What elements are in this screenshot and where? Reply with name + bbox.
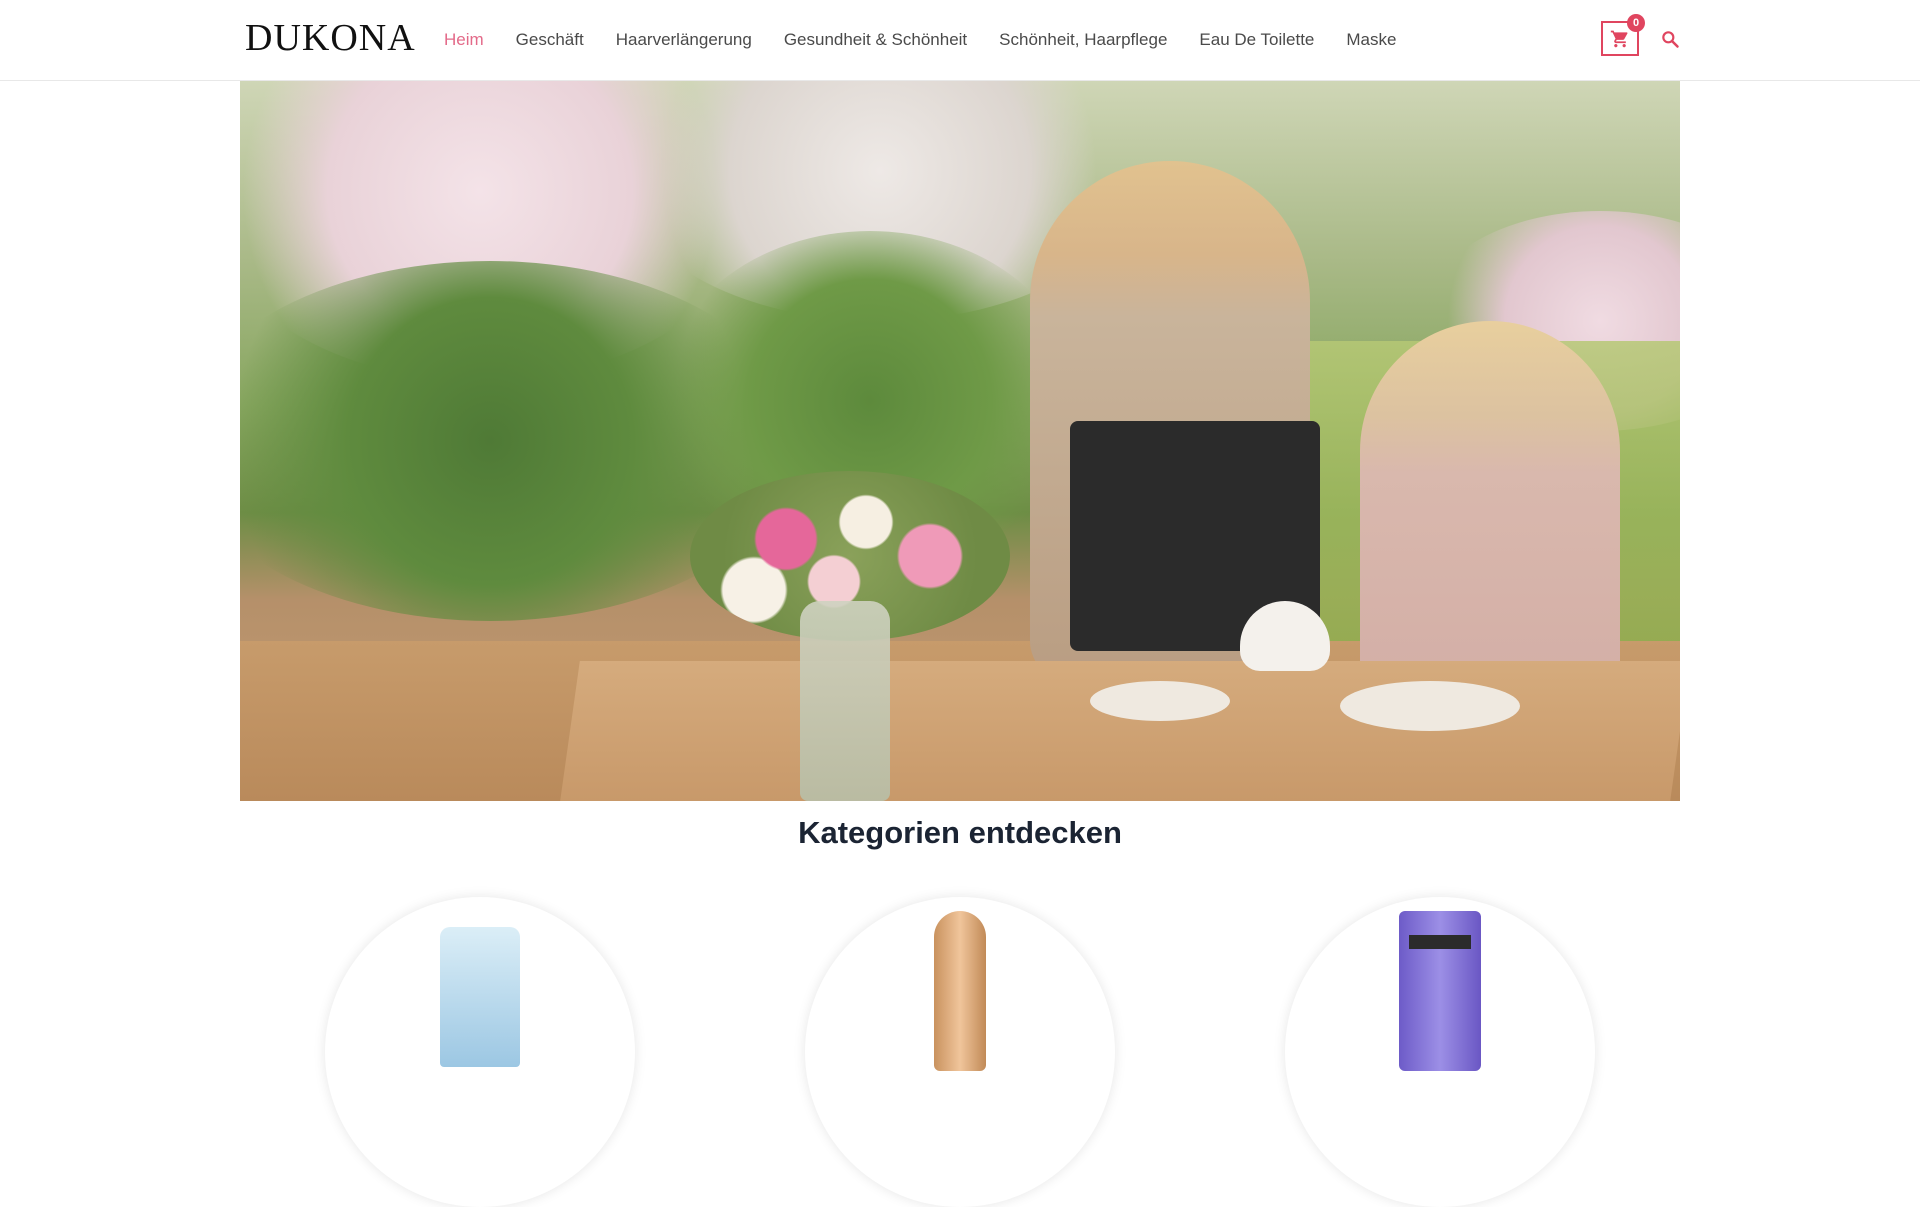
woman-seated bbox=[1360, 321, 1620, 701]
category-card[interactable] bbox=[805, 897, 1115, 1207]
category-card[interactable] bbox=[1285, 897, 1595, 1207]
glass-vase bbox=[800, 601, 890, 801]
site-logo[interactable]: DUKONA bbox=[245, 16, 416, 60]
cart-count-badge: 0 bbox=[1627, 14, 1645, 32]
garden-table bbox=[560, 661, 1680, 801]
nav-item-geschaeft[interactable]: Geschäft bbox=[516, 30, 584, 50]
site-header: DUKONA Heim Geschäft Haarverlängerung Ge… bbox=[0, 0, 1920, 81]
hero-banner-image[interactable] bbox=[240, 81, 1680, 801]
nav-item-heim[interactable]: Heim bbox=[444, 30, 484, 50]
pastry-plate bbox=[1340, 681, 1520, 731]
categories-title: Kategorien entdecken bbox=[798, 815, 1122, 850]
nav-item-haarverlaengerung[interactable]: Haarverlängerung bbox=[616, 30, 752, 50]
gold-tube-product-image bbox=[934, 911, 986, 1071]
pastry-plate bbox=[1090, 681, 1230, 721]
nav-item-gesundheit-schoenheit[interactable]: Gesundheit & Schönheit bbox=[784, 30, 967, 50]
nav-item-schoenheit-haarpflege[interactable]: Schönheit, Haarpflege bbox=[999, 30, 1167, 50]
product-label-band bbox=[1409, 935, 1471, 949]
cart-button[interactable]: 0 bbox=[1601, 14, 1645, 56]
nav-item-eau-de-toilette[interactable]: Eau De Toilette bbox=[1199, 30, 1314, 50]
category-card[interactable] bbox=[325, 897, 635, 1207]
blue-spray-bottle-image bbox=[440, 927, 520, 1067]
nav-item-maske[interactable]: Maske bbox=[1346, 30, 1396, 50]
search-icon[interactable] bbox=[1660, 29, 1680, 49]
main-nav: Heim Geschäft Haarverlängerung Gesundhei… bbox=[444, 0, 1428, 80]
cart-icon bbox=[1610, 30, 1628, 47]
purple-hair-tube-image bbox=[1399, 911, 1481, 1071]
